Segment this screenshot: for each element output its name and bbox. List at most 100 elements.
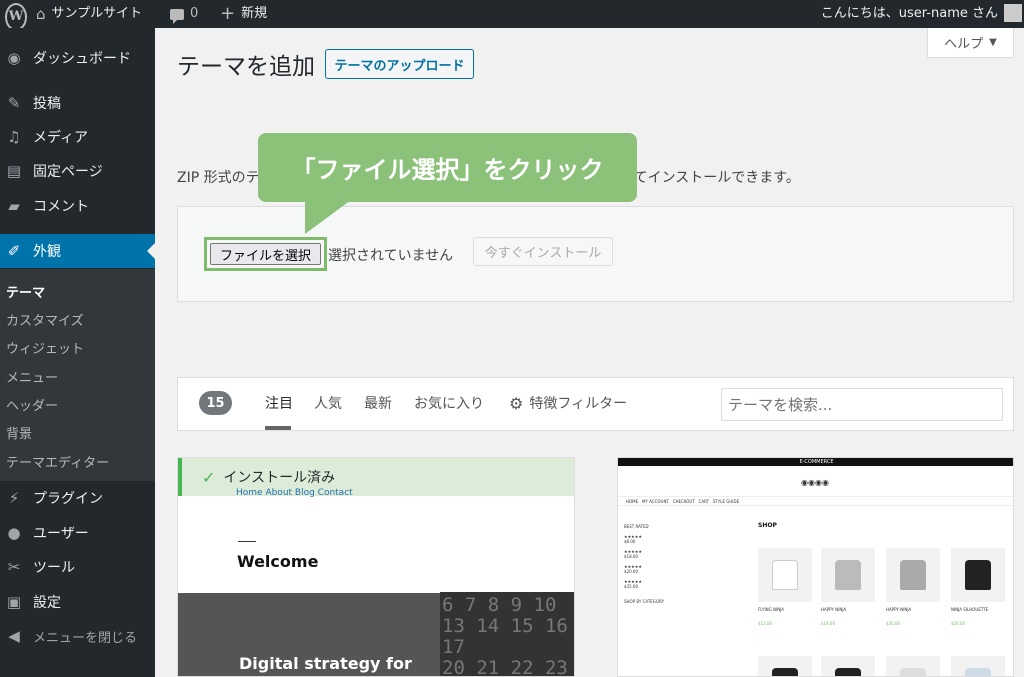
- help-button[interactable]: ヘルプ ▼: [927, 28, 1014, 58]
- wrench-icon: ✂: [7, 558, 21, 576]
- product-image: [951, 548, 1005, 602]
- sidebar-item-plugins[interactable]: ⚡ プラグイン: [0, 481, 155, 515]
- sidebar-item-media[interactable]: ♫ メディア: [0, 120, 155, 154]
- feature-filter-label: 特徴フィルター: [529, 396, 628, 412]
- installed-label: インストール済み: [223, 470, 336, 486]
- sidebar-item-label: プラグイン: [33, 491, 103, 507]
- install-now-button[interactable]: 今すぐインストール: [473, 237, 613, 266]
- shop-sidebar: BEST RATED ★★★★★ $8.00 ★★★★★ $18.00 ★★★★★ $20.…: [624, 524, 665, 604]
- choose-file-button[interactable]: ファイルを選択: [210, 243, 321, 265]
- product-price: $20.00: [951, 621, 965, 626]
- instruction-callout: 「ファイル選択」をクリック: [258, 133, 637, 202]
- settings-icon: ▣: [6, 593, 22, 611]
- theme-card-ecommerce[interactable]: E-COMMERCE ◉◉◉◉ HOME MY ACCOUNT CHECKOUT…: [617, 457, 1014, 677]
- product-image: [821, 548, 875, 602]
- plus-icon: +: [220, 3, 236, 24]
- admin-bar-new[interactable]: + 新規: [220, 0, 267, 28]
- caret-down-icon: ▼: [989, 37, 997, 48]
- theme-card-installed[interactable]: ✓ インストール済み Home About Blog Contact Welco…: [177, 457, 575, 677]
- submenu-item-menus[interactable]: メニュー: [6, 367, 58, 386]
- product-image: [758, 656, 812, 676]
- site-name: サンプルサイト: [51, 6, 143, 21]
- admin-bar-site-link[interactable]: ⌂ サンプルサイト: [36, 0, 142, 28]
- sidebar-item-label: 設定: [33, 595, 61, 611]
- tab-popular[interactable]: 人気: [314, 393, 342, 413]
- submenu-item-themes[interactable]: テーマ: [6, 282, 45, 301]
- collapse-menu-button[interactable]: ◀ メニューを閉じる: [0, 619, 155, 653]
- file-button-highlight: ファイルを選択: [204, 237, 327, 271]
- product-name: FLYING NINJA: [758, 607, 784, 612]
- submenu-item-customize[interactable]: カスタマイズ: [6, 310, 84, 329]
- page-title: テーマを追加: [177, 54, 315, 80]
- product-image: [951, 656, 1005, 676]
- social-icons: ◉◉◉◉: [801, 478, 829, 487]
- calendar-image: 6 7 8 9 1013 14 15 16 1720 21 22 23 2427…: [440, 592, 574, 676]
- gear-icon: ⚙: [509, 393, 524, 413]
- shop-brand-bar: E-COMMERCE: [618, 458, 1013, 466]
- home-icon: ⌂: [36, 5, 46, 23]
- comment-icon: ▰: [8, 197, 20, 215]
- submenu-item-widgets[interactable]: ウィジェット: [6, 338, 84, 357]
- sidebar-item-label: 固定ページ: [33, 164, 103, 180]
- brush-icon: ✐: [7, 242, 21, 260]
- product-price: $18.00: [821, 621, 835, 626]
- admin-bar: W ⌂ サンプルサイト 0 + 新規 こんにちは、user-name さん: [0, 0, 1024, 31]
- product-name: NINJA SILHOUETTE: [951, 607, 989, 612]
- sidebar-item-users[interactable]: ● ユーザー: [0, 516, 155, 550]
- wordpress-logo-icon[interactable]: W: [5, 3, 27, 31]
- tab-favorites[interactable]: お気に入り: [414, 393, 484, 413]
- theme-count-badge: 15: [199, 391, 232, 415]
- product-image: [821, 656, 875, 676]
- dashboard-icon: ◉: [7, 49, 21, 67]
- divider: [238, 541, 256, 542]
- product-name: HAPPY NINJA: [886, 607, 912, 612]
- submenu-item-theme-editor[interactable]: テーマエディター: [6, 452, 109, 471]
- submenu-item-background[interactable]: 背景: [6, 423, 32, 442]
- appearance-submenu: テーマ カスタマイズ ウィジェット メニュー ヘッダー 背景 テーマエディター: [0, 269, 155, 481]
- submenu-item-header[interactable]: ヘッダー: [6, 395, 58, 414]
- sidebar-item-pages[interactable]: ▤ 固定ページ: [0, 154, 155, 188]
- upload-description-start: ZIP 形式のテ: [177, 170, 260, 186]
- sidebar-item-comments[interactable]: ▰ コメント: [0, 189, 155, 223]
- sidebar-item-label: 投稿: [33, 96, 61, 112]
- plugin-icon: ⚡: [8, 489, 20, 507]
- upload-theme-button[interactable]: テーマのアップロード: [325, 49, 474, 79]
- page-icon: ▤: [6, 162, 22, 180]
- product-image: [886, 656, 940, 676]
- collapse-arrow-icon: ◀: [8, 627, 20, 645]
- comments-count: 0: [190, 6, 199, 21]
- tab-latest[interactable]: 最新: [364, 393, 392, 413]
- sidebar-item-label: ダッシュボード: [33, 51, 131, 67]
- theme-search-input[interactable]: [721, 388, 1003, 421]
- admin-bar-comments[interactable]: 0: [170, 0, 198, 28]
- product-price: $35.00: [886, 621, 900, 626]
- sidebar-item-posts[interactable]: ✎ 投稿: [0, 86, 155, 120]
- new-label: 新規: [241, 6, 268, 21]
- product-name: HAPPY NINJA: [821, 607, 847, 612]
- sidebar-item-label: ユーザー: [33, 526, 89, 542]
- theme-preview-welcome: Welcome: [237, 552, 319, 571]
- sidebar-item-label: 外観: [33, 244, 61, 260]
- feature-filter-button[interactable]: ⚙ 特徴フィルター: [509, 393, 627, 413]
- avatar[interactable]: [1004, 4, 1022, 22]
- admin-bar-greeting[interactable]: こんにちは、user-name さん: [821, 0, 998, 28]
- callout-tail: [305, 200, 351, 234]
- tab-featured[interactable]: 注目: [265, 393, 293, 413]
- sidebar-item-tools[interactable]: ✂ ツール: [0, 550, 155, 584]
- sidebar-item-settings[interactable]: ▣ 設定: [0, 585, 155, 619]
- active-tab-underline: [265, 426, 291, 430]
- product-price: $12.00: [758, 621, 772, 626]
- product-image: [886, 548, 940, 602]
- check-icon: ✓: [202, 467, 216, 487]
- sidebar-item-label: ツール: [33, 560, 75, 576]
- no-file-text: 選択されていません: [328, 248, 454, 264]
- theme-preview-nav: Home About Blog Contact: [236, 488, 353, 498]
- collapse-menu-label: メニューを閉じる: [33, 630, 138, 646]
- sidebar-item-appearance[interactable]: ✐ 外観: [0, 234, 155, 268]
- help-label: ヘルプ: [944, 37, 984, 52]
- theme-preview-heading: Digital strategy for: [239, 654, 412, 673]
- user-icon: ●: [7, 524, 21, 542]
- sidebar-item-dashboard[interactable]: ◉ ダッシュボード: [0, 41, 155, 75]
- admin-sidebar: ◉ ダッシュボード ✎ 投稿 ♫ メディア ▤ 固定ページ ▰ コメント ✐ 外…: [0, 28, 155, 677]
- pin-icon: ✎: [7, 94, 21, 112]
